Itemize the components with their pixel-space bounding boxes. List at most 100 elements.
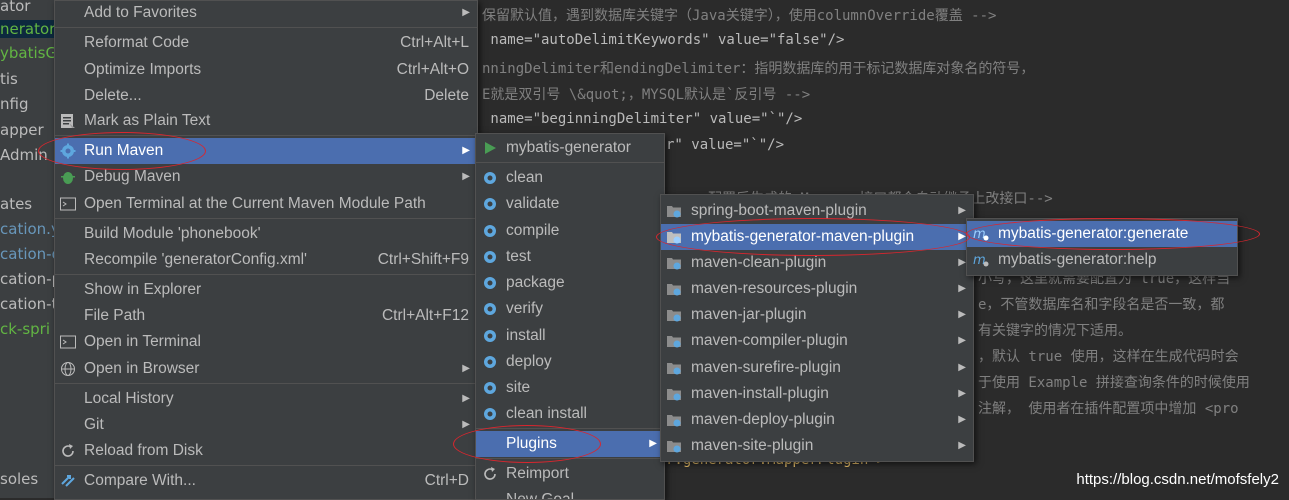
menu-item-compare-with[interactable]: Compare With... Ctrl+D xyxy=(55,468,477,494)
project-item[interactable]: ator xyxy=(0,0,30,15)
project-item[interactable]: Admin xyxy=(0,146,48,164)
menu-item-goal-help[interactable]: m mybatis-generator:help xyxy=(967,247,1237,273)
menu-item-label: site xyxy=(506,379,531,396)
project-item[interactable]: cation-te xyxy=(0,295,54,313)
menu-item-compile[interactable]: compile xyxy=(476,218,664,244)
menu-item-label: Plugins xyxy=(506,435,557,452)
menu-item-debug-maven[interactable]: Debug Maven ▶ xyxy=(55,164,477,190)
menu-item-label: maven-clean-plugin xyxy=(691,254,827,271)
menu-item-plugin[interactable]: maven-compiler-plugin ▶ xyxy=(661,328,973,354)
menu-item-plugin[interactable]: maven-clean-plugin ▶ xyxy=(661,250,973,276)
bug-icon xyxy=(61,172,75,184)
maven-gear-icon xyxy=(60,143,76,159)
menu-item-plugin[interactable]: maven-surefire-plugin ▶ xyxy=(661,355,973,381)
menu-item-clean-install[interactable]: clean install xyxy=(476,401,664,427)
project-item[interactable]: ck-spri xyxy=(0,320,50,338)
svg-text:m: m xyxy=(973,227,986,242)
menu-item-file-path[interactable]: File Path Ctrl+Alt+F12 xyxy=(55,303,477,329)
project-item[interactable]: ates xyxy=(0,195,32,213)
shortcut-label: Ctrl+D xyxy=(424,472,469,489)
maven-gear-icon xyxy=(484,356,496,368)
plugin-folder-icon xyxy=(667,363,681,375)
menu-item-goal-generate[interactable]: m mybatis-generator:generate xyxy=(967,221,1237,247)
plugin-folder-icon xyxy=(667,206,681,218)
maven-gear-icon xyxy=(484,408,496,420)
menu-item-local-history[interactable]: Local History ▶ xyxy=(55,386,477,412)
project-item[interactable]: tis xyxy=(0,70,18,88)
code-line: E就是双引号 \&quot;，MYSQL默认是`反引号 --> xyxy=(482,87,811,103)
menu-item-package[interactable]: package xyxy=(476,270,664,296)
project-item[interactable]: cation.y xyxy=(0,220,54,238)
menu-item-open-terminal-maven[interactable]: Open Terminal at the Current Maven Modul… xyxy=(55,191,477,217)
menu-item-reimport[interactable]: Reimport xyxy=(476,461,664,487)
menu-item-run-maven[interactable]: Run Maven ▶ xyxy=(55,138,477,164)
project-item[interactable]: cation-p xyxy=(0,270,54,288)
menu-item-label: deploy xyxy=(506,353,552,370)
menu-separator xyxy=(55,27,477,28)
submenu-arrow-icon: ▶ xyxy=(958,362,966,373)
menu-item-label: maven-resources-plugin xyxy=(691,280,858,297)
submenu-arrow-icon: ▶ xyxy=(958,335,966,346)
menu-item-label: Delete... xyxy=(84,87,142,104)
menu-item-test[interactable]: test xyxy=(476,244,664,270)
menu-item-mybatis-generator[interactable]: mybatis-generator xyxy=(476,135,664,161)
terminal-icon xyxy=(60,335,76,349)
maven-gear-icon xyxy=(484,225,496,237)
reload-icon xyxy=(484,467,496,480)
plain-text-icon xyxy=(61,114,75,128)
maven-gear-icon xyxy=(484,251,496,263)
maven-gear-icon xyxy=(484,277,496,289)
menu-item-label: Reformat Code xyxy=(84,34,190,51)
run-maven-submenu: mybatis-generator clean validate compile… xyxy=(475,133,665,500)
menu-item-new-goal[interactable]: New Goal... xyxy=(476,487,664,499)
menu-item-plugin[interactable]: maven-jar-plugin ▶ xyxy=(661,302,973,328)
menu-item-plugins[interactable]: Plugins ▶ xyxy=(476,431,664,457)
submenu-arrow-icon: ▶ xyxy=(462,393,470,404)
plugin-folder-icon xyxy=(667,336,681,348)
menu-item-label: Local History xyxy=(84,390,174,407)
menu-item-open-in-browser[interactable]: Open in Browser ▶ xyxy=(55,356,477,382)
project-item[interactable]: soles xyxy=(0,470,38,488)
menu-item-reformat-code[interactable]: Reformat Code Ctrl+Alt+L xyxy=(55,30,477,56)
menu-item-validate[interactable]: validate xyxy=(476,191,664,217)
menu-item-optimize-imports[interactable]: Optimize Imports Ctrl+Alt+O xyxy=(55,57,477,83)
menu-item-plugin[interactable]: spring-boot-maven-plugin ▶ xyxy=(661,198,973,224)
menu-separator xyxy=(55,383,477,384)
project-item[interactable]: ybatisGe xyxy=(0,44,54,62)
menu-item-add-to-favorites[interactable]: Add to Favorites ▶ xyxy=(55,1,477,26)
menu-separator xyxy=(55,135,477,136)
menu-item-install[interactable]: install xyxy=(476,323,664,349)
menu-item-deploy[interactable]: deploy xyxy=(476,349,664,375)
menu-item-reload-from-disk[interactable]: Reload from Disk xyxy=(55,438,477,464)
menu-item-label: maven-install-plugin xyxy=(691,385,829,402)
menu-item-open-in-terminal[interactable]: Open in Terminal xyxy=(55,329,477,355)
menu-item-delete[interactable]: Delete... Delete xyxy=(55,83,477,109)
menu-item-show-in-explorer[interactable]: Show in Explorer xyxy=(55,277,477,303)
menu-item-label: mybatis-generator xyxy=(506,139,631,156)
project-panel: ator nerator ybatisGe tis nfig apper Adm… xyxy=(0,0,54,498)
menu-item-mark-as-plain-text[interactable]: Mark as Plain Text xyxy=(55,108,477,134)
menu-item-plugin[interactable]: maven-install-plugin ▶ xyxy=(661,381,973,407)
menu-item-recompile[interactable]: Recompile 'generatorConfig.xml' Ctrl+Shi… xyxy=(55,247,477,273)
code-line: nningDelimiter和endingDelimiter：指明数据库的用于标… xyxy=(482,61,1035,77)
menu-item-plugin[interactable]: maven-site-plugin ▶ xyxy=(661,433,973,459)
menu-item-clean[interactable]: clean xyxy=(476,165,664,191)
menu-item-plugin[interactable]: mybatis-generator-maven-plugin ▶ xyxy=(661,224,973,250)
menu-item-site[interactable]: site xyxy=(476,375,664,401)
menu-item-label: clean xyxy=(506,169,544,186)
project-item[interactable]: apper xyxy=(0,121,44,139)
plugin-folder-icon xyxy=(667,415,681,427)
menu-item-verify[interactable]: verify xyxy=(476,296,664,322)
menu-item-plugin[interactable]: maven-deploy-plugin ▶ xyxy=(661,407,973,433)
code-line: 注解， 使用者在插件配置项中增加 <pro xyxy=(978,401,1239,417)
maven-goal-icon: m xyxy=(973,227,989,242)
menu-item-git[interactable]: Git ▶ xyxy=(55,412,477,438)
menu-item-build-module[interactable]: Build Module 'phonebook' xyxy=(55,221,477,247)
project-item[interactable]: cation-d xyxy=(0,245,54,263)
submenu-arrow-icon: ▶ xyxy=(958,388,966,399)
maven-gear-icon xyxy=(484,330,496,342)
context-menu: Add to Favorites ▶ Reformat Code Ctrl+Al… xyxy=(54,0,478,500)
menu-item-plugin[interactable]: maven-resources-plugin ▶ xyxy=(661,276,973,302)
project-item[interactable]: nerator xyxy=(0,20,54,38)
project-item[interactable]: nfig xyxy=(0,95,28,113)
